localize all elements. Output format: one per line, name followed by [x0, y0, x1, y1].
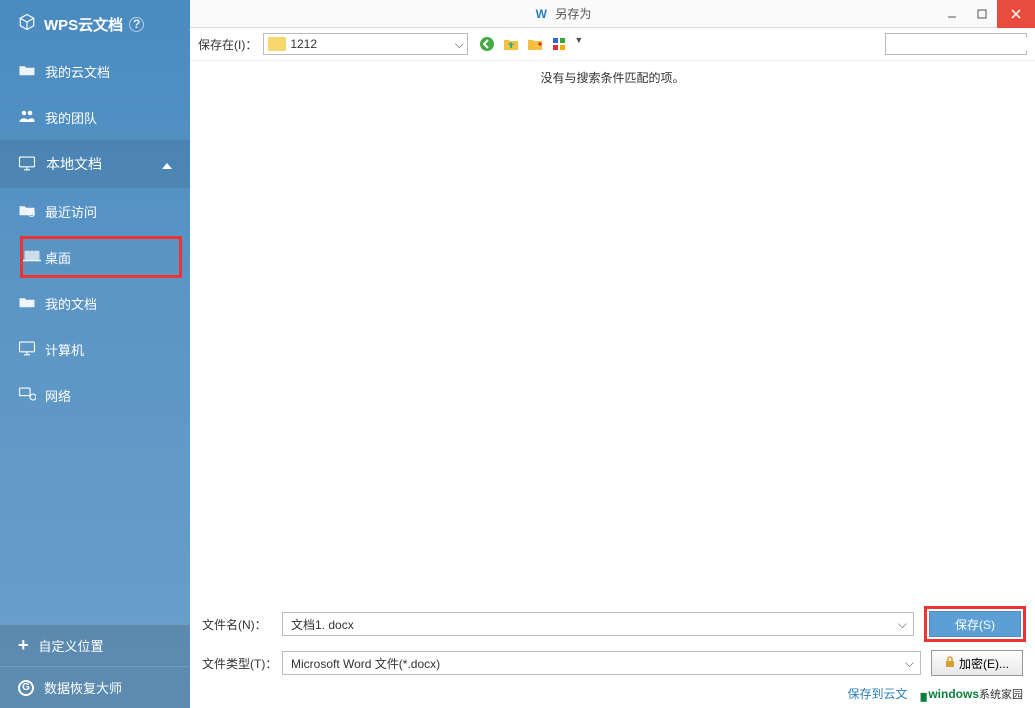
new-folder-icon[interactable] [526, 35, 544, 53]
sidebar-btn-label: 自定义位置 [39, 636, 104, 655]
sidebar-item-computer[interactable]: 计算机 [0, 326, 190, 372]
sidebar-item-label: 桌面 [45, 248, 71, 267]
chevron-down-icon[interactable]: ▼ [574, 35, 583, 53]
encrypt-button[interactable]: 加密(E)... [931, 650, 1023, 676]
save-to-cloud-link[interactable]: 保存到云文 [848, 685, 908, 702]
chevron-up-icon [162, 156, 172, 172]
file-list: 没有与搜索条件匹配的项。 [190, 60, 1035, 598]
sidebar-btn-label: 数据恢复大师 [44, 678, 122, 697]
filetype-label: 文件类型(T)： [202, 655, 282, 672]
sidebar-item-network[interactable]: 网络 [0, 372, 190, 418]
lock-icon [945, 656, 955, 671]
sidebar-item-label: 我的团队 [45, 108, 97, 127]
sidebar-item-cloud-docs[interactable]: 我的云文档 [0, 48, 190, 94]
recover-icon: G [18, 680, 34, 696]
minimize-button[interactable] [937, 0, 967, 28]
folder-icon [18, 295, 36, 312]
brand-header: WPS云文档 ? [0, 0, 190, 48]
team-icon [18, 108, 36, 127]
sidebar: WPS云文档 ? 我的云文档 我的团队 本地文档 最近访问 桌面 [0, 0, 190, 708]
plus-icon: + [18, 635, 29, 656]
cube-icon [18, 13, 36, 35]
filename-label: 文件名(N)： [202, 616, 282, 633]
sidebar-section-label: 本地文档 [46, 154, 102, 174]
back-icon[interactable] [478, 35, 496, 53]
chevron-down-icon[interactable]: ⌵ [899, 656, 920, 671]
folder-name: 1212 [290, 37, 451, 51]
sidebar-custom-location[interactable]: + 自定义位置 [0, 624, 190, 666]
titlebar: W 另存为 [190, 0, 1035, 28]
location-label: 保存在(I)： [198, 36, 257, 53]
empty-message: 没有与搜索条件匹配的项。 [190, 61, 1035, 86]
toolbar: 保存在(I)： 1212 ⌵ ▼ [190, 28, 1035, 60]
app-w-icon: W [536, 7, 547, 21]
view-mode-icon[interactable] [550, 35, 568, 53]
sidebar-item-desktop[interactable]: 桌面 [20, 236, 182, 278]
sidebar-item-label: 我的文档 [45, 294, 97, 313]
cloud-folder-icon [18, 63, 36, 80]
close-button[interactable] [997, 0, 1035, 28]
monitor-icon [18, 155, 36, 174]
filetype-combo[interactable]: Microsoft Word 文件(*.docx) ⌵ [282, 651, 921, 675]
filename-input[interactable]: 文档1. docx ⌵ [282, 612, 914, 636]
sidebar-item-label: 计算机 [45, 340, 84, 359]
sidebar-item-mydocs[interactable]: 我的文档 [0, 280, 190, 326]
sidebar-item-label: 最近访问 [45, 202, 97, 221]
sidebar-item-recent[interactable]: 最近访问 [0, 188, 190, 234]
network-icon [18, 386, 36, 405]
chevron-down-icon[interactable]: ⌵ [892, 617, 913, 632]
help-icon[interactable]: ? [129, 17, 144, 32]
location-combo[interactable]: 1212 ⌵ [263, 33, 468, 55]
desktop-icon [23, 249, 41, 266]
up-folder-icon[interactable] [502, 35, 520, 53]
sidebar-item-label: 网络 [45, 386, 71, 405]
main-panel: W 另存为 保存在(I)： 1212 ⌵ [190, 0, 1035, 708]
watermark: ▗ windows 系统家园 [916, 685, 1023, 702]
sidebar-item-label: 我的云文档 [45, 62, 110, 81]
computer-icon [18, 340, 36, 359]
save-button[interactable]: 保存(S) [929, 611, 1021, 637]
maximize-button[interactable] [967, 0, 997, 28]
sidebar-data-recovery[interactable]: G 数据恢复大师 [0, 666, 190, 708]
filetype-value: Microsoft Word 文件(*.docx) [291, 655, 440, 672]
folder-icon [268, 37, 286, 51]
chevron-down-icon[interactable]: ⌵ [451, 37, 467, 52]
recent-icon [18, 203, 36, 220]
search-input[interactable] [886, 37, 1035, 51]
sidebar-item-team[interactable]: 我的团队 [0, 94, 190, 140]
filename-value: 文档1. docx [291, 616, 354, 633]
watermark-logo-icon: ▗ [916, 685, 927, 702]
bottom-panel: 文件名(N)： 文档1. docx ⌵ 保存(S) 文件类型(T)： Micro… [190, 598, 1035, 708]
window-title: 另存为 [555, 7, 591, 21]
brand-title: WPS云文档 [44, 14, 123, 35]
search-box [885, 33, 1027, 55]
sidebar-section-local[interactable]: 本地文档 [0, 140, 190, 188]
